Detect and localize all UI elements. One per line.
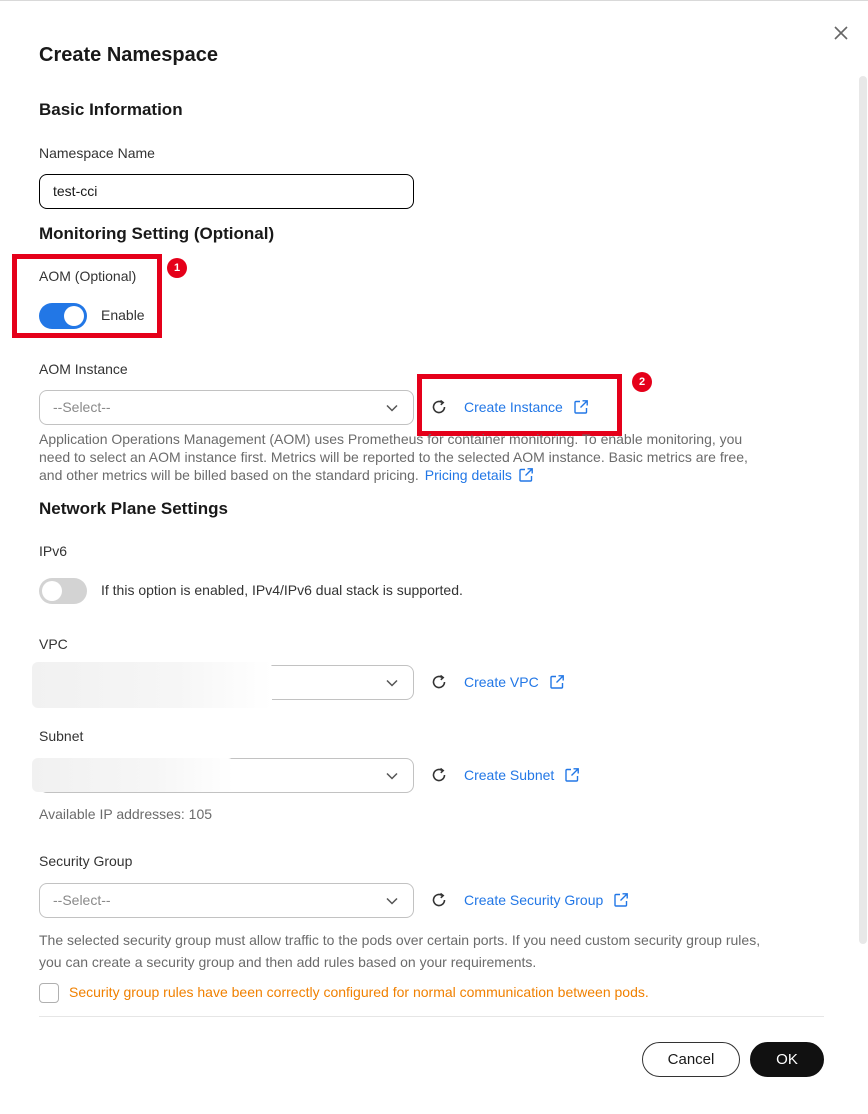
refresh-icon[interactable] [430,673,448,691]
vpc-label: VPC [39,636,68,652]
toggle-knob [42,581,62,601]
chevron-down-icon [386,679,398,687]
pricing-details-link[interactable]: Pricing details [425,466,512,484]
step-badge-1: 1 [167,258,187,278]
create-security-group-row: Create Security Group [430,891,629,909]
footer-divider [39,1016,824,1017]
create-vpc-row: Create VPC [430,673,565,691]
aom-toggle-label: Enable [101,307,145,323]
external-link-icon [614,893,629,907]
ipv6-description: If this option is enabled, IPv4/IPv6 dua… [101,582,463,598]
ipv6-toggle[interactable] [39,578,87,604]
security-group-label: Security Group [39,853,133,869]
aom-toggle[interactable] [39,303,87,329]
available-ip-text: Available IP addresses: 105 [39,806,213,822]
refresh-icon[interactable] [430,891,448,909]
scrollbar[interactable] [859,76,867,944]
external-link-icon [565,768,580,782]
aom-label: AOM (Optional) [39,268,137,284]
aom-help-line-3-row: and other metrics will be billed based o… [39,466,534,484]
ipv6-label: IPv6 [39,543,68,559]
aom-help-line-2: need to select an AOM instance first. Me… [39,449,748,465]
basic-info-heading: Basic Information [39,100,183,119]
namespace-name-input[interactable]: test-cci [39,174,414,209]
subnet-redacted-value [32,758,234,792]
subnet-label: Subnet [39,728,84,744]
external-link-icon [550,675,564,689]
ok-button[interactable]: OK [750,1042,824,1077]
security-group-select[interactable]: --Select-- [39,883,414,918]
toggle-knob [64,306,84,326]
dialog-title: Create Namespace [39,44,218,66]
security-group-confirm-label: Security group rules have been correctly… [69,984,649,1000]
vpc-redacted-value [32,662,272,708]
aom-instance-label: AOM Instance [39,361,128,377]
create-security-group-link[interactable]: Create Security Group [464,892,603,908]
aom-instance-select[interactable]: --Select-- [39,390,414,425]
create-subnet-row: Create Subnet [430,766,580,784]
close-icon[interactable] [832,24,850,42]
create-subnet-link[interactable]: Create Subnet [464,767,554,783]
cancel-button[interactable]: Cancel [642,1042,740,1077]
monitoring-heading: Monitoring Setting (Optional) [39,224,275,243]
step-badge-2: 2 [632,372,652,392]
chevron-down-icon [386,404,398,412]
aom-help-line-1: Application Operations Management (AOM) … [39,431,743,447]
external-link-icon [519,468,533,482]
top-border [0,0,868,1]
chevron-down-icon [386,772,398,780]
aom-help-line-3: and other metrics will be billed based o… [39,467,419,483]
create-vpc-link[interactable]: Create VPC [464,674,539,690]
security-group-select-value: --Select-- [53,892,111,908]
aom-instance-select-value: --Select-- [53,399,111,415]
refresh-icon[interactable] [430,766,448,784]
chevron-down-icon [386,897,398,905]
security-group-help-line-2: you can create a security group and then… [39,954,537,970]
network-heading: Network Plane Settings [39,499,228,518]
highlight-box-1 [12,254,162,338]
highlight-box-2 [417,374,622,436]
security-group-confirm-checkbox[interactable] [39,983,59,1003]
namespace-name-label: Namespace Name [39,145,155,161]
security-group-help-line-1: The selected security group must allow t… [39,932,761,948]
